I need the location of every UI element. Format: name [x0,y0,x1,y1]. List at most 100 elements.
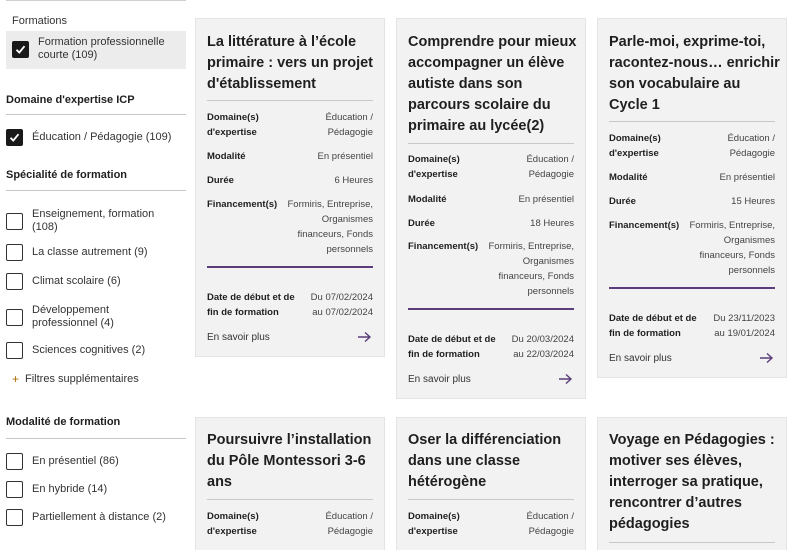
arrow-right-icon[interactable] [558,373,573,385]
field-value: 18 Heures [530,218,574,229]
course-title[interactable]: Poursuivre l’installation du Pôle Montes… [207,430,379,493]
filter-climat-scolaire[interactable]: Climat scolaire (6) [6,273,186,290]
field-label: Durée [408,218,435,229]
field-value: Éducation / Pédagogie [325,112,373,138]
field-label: Modalité [207,151,246,162]
filter-developpement-professionnel[interactable]: Développement professionnel (4) [6,304,186,330]
course-title[interactable]: Voyage en Pédagogies : motiver ses élève… [609,430,781,535]
field-label: Date de début et de fin de formation [207,292,295,318]
field-value: Éducation / Pédagogie [727,133,775,159]
course-card[interactable]: Oser la différenciation dans une classe … [396,417,586,550]
checkbox-checked-icon[interactable] [12,40,29,58]
filter-enseignement-formation[interactable]: Enseignement, formation (108) [6,208,186,234]
field-label: Financement(s) [408,241,479,252]
divider [6,438,186,439]
more-filters-label: Filtres supplémentaires [25,373,139,385]
learn-more-link[interactable]: En savoir plus [408,374,471,385]
checkbox-icon[interactable] [6,244,23,261]
checkbox-icon[interactable] [6,273,23,290]
specialite-section-title: Spécialité de formation [6,169,128,181]
formations-group-label: Formations [12,15,68,27]
filter-label: Enseignement, formation (108) [32,208,155,233]
course-title[interactable]: Parle-moi, exprime-toi, racontez-nous… e… [609,32,781,116]
divider [609,542,775,543]
arrow-right-icon[interactable] [357,331,372,343]
field-value: Éducation / Pédagogie [325,511,373,537]
checkbox-icon[interactable] [6,481,23,498]
course-card[interactable]: Poursuivre l’installation du Pôle Montes… [195,417,385,550]
filter-label: Développement professionnel (4) [32,304,114,329]
filter-label: Partiellement à distance (2) [32,511,166,523]
field-label: Domaine(s) d'expertise [207,112,259,138]
row-domaine: Domaine(s) d'expertise Éducation / Pédag… [207,110,373,140]
filter-formation-courte[interactable]: Formation professionnelle courte (109) [6,36,186,62]
row-dates: Date de début et de fin de formation Du … [609,311,775,341]
field-value: 6 Heures [334,175,373,186]
field-value: Formiris, Entreprise, Organismes finance… [287,199,373,255]
checkbox-checked-icon[interactable] [6,129,23,146]
row-duree: Durée 15 Heures [609,194,775,209]
field-label: Financement(s) [207,199,278,210]
field-value: Formiris, Entreprise, Organismes finance… [488,241,574,297]
modalite-section-title: Modalité de formation [6,416,121,428]
field-value: Éducation / Pédagogie [526,511,574,537]
checkbox-icon[interactable] [6,509,23,526]
accent-divider [207,266,373,268]
row-modalite: Modalité En présentiel [408,192,574,207]
divider [207,499,373,500]
filter-label: Sciences cognitives (2) [32,344,146,356]
course-title[interactable]: Oser la différenciation dans une classe … [408,430,580,493]
row-domaine: Domaine(s) d'expertise Éducation / Pédag… [609,131,775,161]
row-domaine: Domaine(s) d'expertise Éducation / Pédag… [207,509,373,539]
filter-label: En hybride (14) [32,483,108,495]
filter-label: Formation professionnelle courte (109) [38,36,165,61]
accent-divider [609,287,775,289]
row-dates: Date de début et de fin de formation Du … [408,332,574,362]
filter-en-presentiel[interactable]: En présentiel (86) [6,453,186,470]
divider [609,121,775,122]
filter-sciences-cognitives[interactable]: Sciences cognitives (2) [6,342,186,359]
row-dates: Date de début et de fin de formation Du … [207,290,373,320]
divider [408,143,574,144]
filter-label: Climat scolaire (6) [32,275,121,287]
field-value: Du 23/11/2023 au 19/01/2024 [713,313,775,339]
more-filters-link[interactable]: + Filtres supplémentaires [12,372,139,386]
filter-education-pedagogie[interactable]: Éducation / Pédagogie (109) [6,129,186,146]
field-value: Du 20/03/2024 au 22/03/2024 [511,334,574,360]
row-financement: Financement(s) Formiris, Entreprise, Org… [207,197,373,257]
learn-more-link[interactable]: En savoir plus [609,353,672,364]
field-value: Éducation / Pédagogie [526,154,574,180]
domaine-section-title: Domaine d'expertise ICP [6,94,135,106]
field-label: Date de début et de fin de formation [609,313,697,339]
row-domaine: Domaine(s) d'expertise Éducation / Pédag… [408,509,574,539]
field-label: Durée [609,196,636,207]
row-domaine: Domaine(s) d'expertise Éducation / Pédag… [408,152,574,182]
row-modalite: Modalité En présentiel [207,149,373,164]
checkbox-icon[interactable] [6,342,23,359]
learn-more-link[interactable]: En savoir plus [207,332,270,343]
divider [6,190,186,191]
course-card[interactable]: La littérature à l’école primaire : vers… [195,18,385,357]
field-label: Durée [207,175,234,186]
filter-partiellement-distance[interactable]: Partiellement à distance (2) [6,509,186,526]
checkbox-icon[interactable] [6,453,23,470]
field-label: Date de début et de fin de formation [408,334,496,360]
filters-sidebar: Formations Formation professionnelle cou… [0,0,186,550]
divider [6,114,186,115]
course-card[interactable]: Voyage en Pédagogies : motiver ses élève… [597,417,787,550]
divider [408,499,574,500]
checkbox-icon[interactable] [6,308,23,326]
filter-classe-autrement[interactable]: La classe autrement (9) [6,244,186,261]
field-label: Domaine(s) d'expertise [207,511,259,537]
course-card[interactable]: Parle-moi, exprime-toi, racontez-nous… e… [597,18,787,378]
row-duree: Durée 18 Heures [408,216,574,231]
course-title[interactable]: Comprendre pour mieux accompagner un élè… [408,32,580,137]
filter-en-hybride[interactable]: En hybride (14) [6,481,186,498]
accent-divider [408,308,574,310]
field-label: Domaine(s) d'expertise [408,154,460,180]
checkbox-icon[interactable] [6,212,23,230]
field-value: Formiris, Entreprise, Organismes finance… [689,220,775,276]
course-card[interactable]: Comprendre pour mieux accompagner un élè… [396,18,586,399]
course-title[interactable]: La littérature à l’école primaire : vers… [207,32,379,95]
arrow-right-icon[interactable] [759,352,774,364]
